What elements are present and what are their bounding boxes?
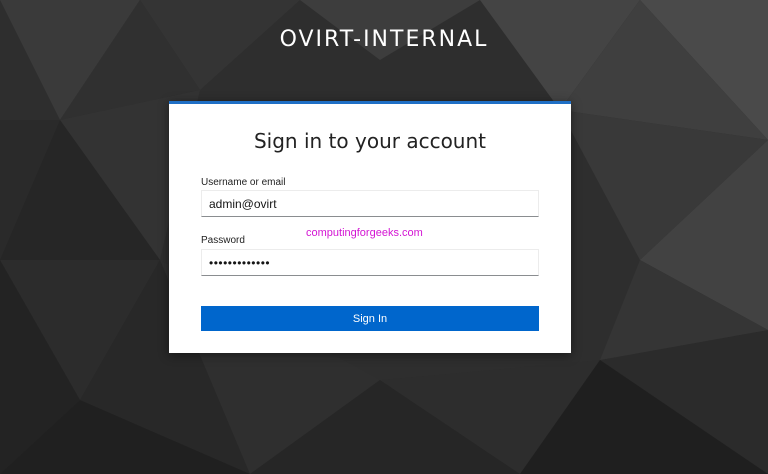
login-heading: Sign in to your account — [253, 129, 486, 153]
sign-in-button[interactable]: Sign In — [201, 306, 539, 331]
username-label: Username or email — [201, 177, 286, 188]
username-input[interactable] — [201, 190, 539, 217]
password-input[interactable] — [201, 249, 539, 276]
watermark-text: computingforgeeks.com — [306, 227, 423, 239]
login-card: Sign in to your account Username or emai… — [169, 101, 571, 353]
password-label: Password — [201, 235, 245, 246]
realm-title: OVIRT-INTERNAL — [279, 27, 489, 52]
